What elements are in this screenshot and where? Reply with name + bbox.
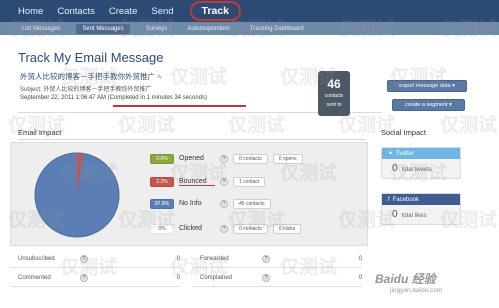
stat-forwarded: Forwarded ? 0 xyxy=(192,254,362,268)
stat-commented: Commented ? 0 xyxy=(10,273,180,287)
nav-track[interactable]: Track xyxy=(189,1,241,21)
contacts-button[interactable]: 0 contacts xyxy=(233,223,268,234)
clicks-button[interactable]: 0 clicks xyxy=(272,223,302,234)
subnav-tracking-dashboard[interactable]: Tracking Dashboard xyxy=(246,26,308,32)
stat-unsubscribed: Unsubscribed ? 0 xyxy=(10,254,180,268)
legend-row-opened: 0.0% Opened ? 0 contacts 0 opens xyxy=(150,153,303,164)
legend-row-bounced: 2.2% Bounced ? 1 contact xyxy=(150,176,266,187)
help-icon[interactable]: ? xyxy=(262,274,270,282)
watermark: 仅测试 xyxy=(440,115,498,136)
stat-complained: Complained ? 0 xyxy=(192,273,362,287)
legend-row-no-info: 97.8% No Info ? 45 contacts xyxy=(150,198,271,209)
legend-label: No Info xyxy=(179,200,202,207)
legend-row-clicked: 0% Clicked ? 0 contacts 0 clicks xyxy=(150,223,302,234)
twitter-card: ✦ Twitter 0 total tweets xyxy=(381,147,461,179)
help-icon[interactable]: ? xyxy=(262,255,270,263)
contacts-button[interactable]: 45 contacts xyxy=(233,198,271,209)
pct-badge: 97.8% xyxy=(150,198,174,209)
subnav-autoresponders[interactable]: Autoresponders xyxy=(183,26,233,32)
baidu-logo: Baidu 经验 xyxy=(375,272,436,286)
message-subject: Subject: 外贸人比较的博客－手把手教你外贸推广 xyxy=(20,87,152,93)
legend-label: Clicked xyxy=(179,225,202,232)
subnav-sent-messages[interactable]: Sent Messages xyxy=(76,23,130,34)
facebook-card: f Facebook 0 total likes xyxy=(381,193,461,225)
social-impact-heading: Social Impact xyxy=(381,128,427,137)
email-impact-heading: Email Impact xyxy=(18,128,62,137)
create-segment-button[interactable]: create a segment ▾ xyxy=(392,99,465,111)
watermark: 仅测试 xyxy=(118,115,176,136)
nav-create[interactable]: Create xyxy=(109,6,138,17)
watermark: 仅测试 xyxy=(170,67,228,88)
help-icon[interactable]: ? xyxy=(80,255,88,263)
impact-pie-chart xyxy=(34,152,120,238)
watermark: 仅测试 xyxy=(228,115,286,136)
contacts-sent-counter: 46 contacts sent to xyxy=(318,71,350,116)
annotation-underline xyxy=(113,105,246,107)
help-icon[interactable]: ? xyxy=(220,177,228,186)
legend-label: Opened xyxy=(179,155,204,162)
nav-contacts[interactable]: Contacts xyxy=(57,6,95,17)
nav-send[interactable]: Send xyxy=(151,6,173,17)
contacts-button[interactable]: 1 contact xyxy=(233,176,266,187)
subnav-list-messages[interactable]: List Messages xyxy=(18,26,64,32)
send-timeline: September 22, 2011 1:06:47 AM (Completed… xyxy=(20,95,208,101)
legend-label: Bounced xyxy=(179,178,215,186)
export-data-button[interactable]: export message data ▾ xyxy=(387,80,467,92)
facebook-icon: f xyxy=(388,196,390,203)
contacts-button[interactable]: 0 contacts xyxy=(233,153,268,164)
pct-badge: 2.2% xyxy=(150,176,174,187)
twitter-icon: ✦ xyxy=(388,151,394,157)
help-icon[interactable]: ? xyxy=(220,154,228,163)
top-nav: Home Contacts Create Send Track xyxy=(0,0,499,22)
sub-nav: List Messages Sent Messages Surveys Auto… xyxy=(0,22,499,35)
pct-badge: 0% xyxy=(150,223,174,234)
help-icon[interactable]: ? xyxy=(80,274,88,282)
pct-badge: 0.0% xyxy=(150,153,174,164)
opens-button[interactable]: 0 opens xyxy=(272,153,303,164)
message-title: 外贸人比较的博客－手把手教你外贸推广 ✎ xyxy=(20,72,163,81)
help-icon[interactable]: ? xyxy=(220,199,228,208)
subnav-surveys[interactable]: Surveys xyxy=(142,26,172,32)
page-title: Track My Email Message xyxy=(18,50,164,65)
help-icon[interactable]: ? xyxy=(220,224,228,233)
divider xyxy=(18,139,366,140)
nav-home[interactable]: Home xyxy=(18,6,43,17)
baidu-url: jingyan.baidu.com xyxy=(390,287,443,294)
edit-icon[interactable]: ✎ xyxy=(157,75,162,81)
